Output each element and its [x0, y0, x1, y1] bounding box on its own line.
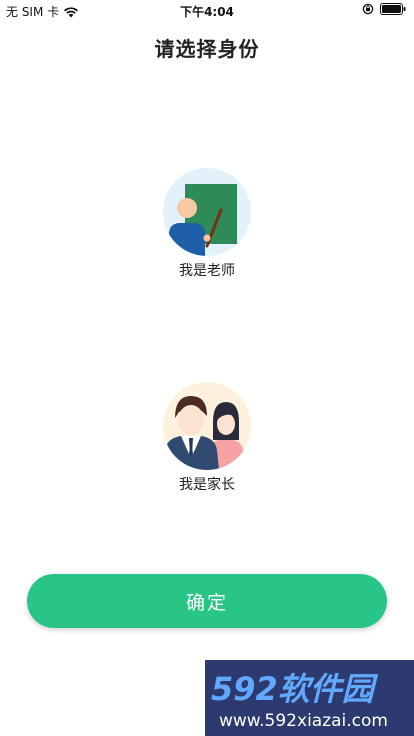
status-right	[362, 3, 406, 15]
page-title: 请选择身份	[154, 37, 260, 61]
watermark-logo: 592软件园 www.592xiazai.com	[205, 660, 414, 736]
teacher-icon	[169, 184, 237, 256]
parent-avatar	[163, 382, 251, 470]
identity-select-screen: 无 SIM 卡 下午4:04 请选择身份 我是老师 我是家长 确定 592软件园…	[0, 0, 414, 736]
watermark: 592软件园 www.592xiazai.com	[205, 660, 414, 736]
rotation-lock-icon	[362, 3, 374, 15]
teacher-avatar	[163, 168, 251, 256]
confirm-button[interactable]: 确定	[27, 574, 387, 628]
status-time: 下午4:04	[180, 5, 234, 19]
watermark-brand: 592软件园	[211, 670, 379, 708]
parent-icon	[163, 396, 243, 470]
role-label-parent: 我是家长	[179, 477, 235, 493]
status-bar: 无 SIM 卡 下午4:04	[0, 0, 414, 20]
role-option-teacher[interactable]: 我是老师	[157, 168, 257, 280]
battery-icon	[380, 3, 406, 15]
watermark-url: www.592xiazai.com	[219, 711, 388, 731]
role-label-teacher: 我是老师	[179, 263, 235, 279]
role-option-parent[interactable]: 我是家长	[157, 382, 257, 494]
